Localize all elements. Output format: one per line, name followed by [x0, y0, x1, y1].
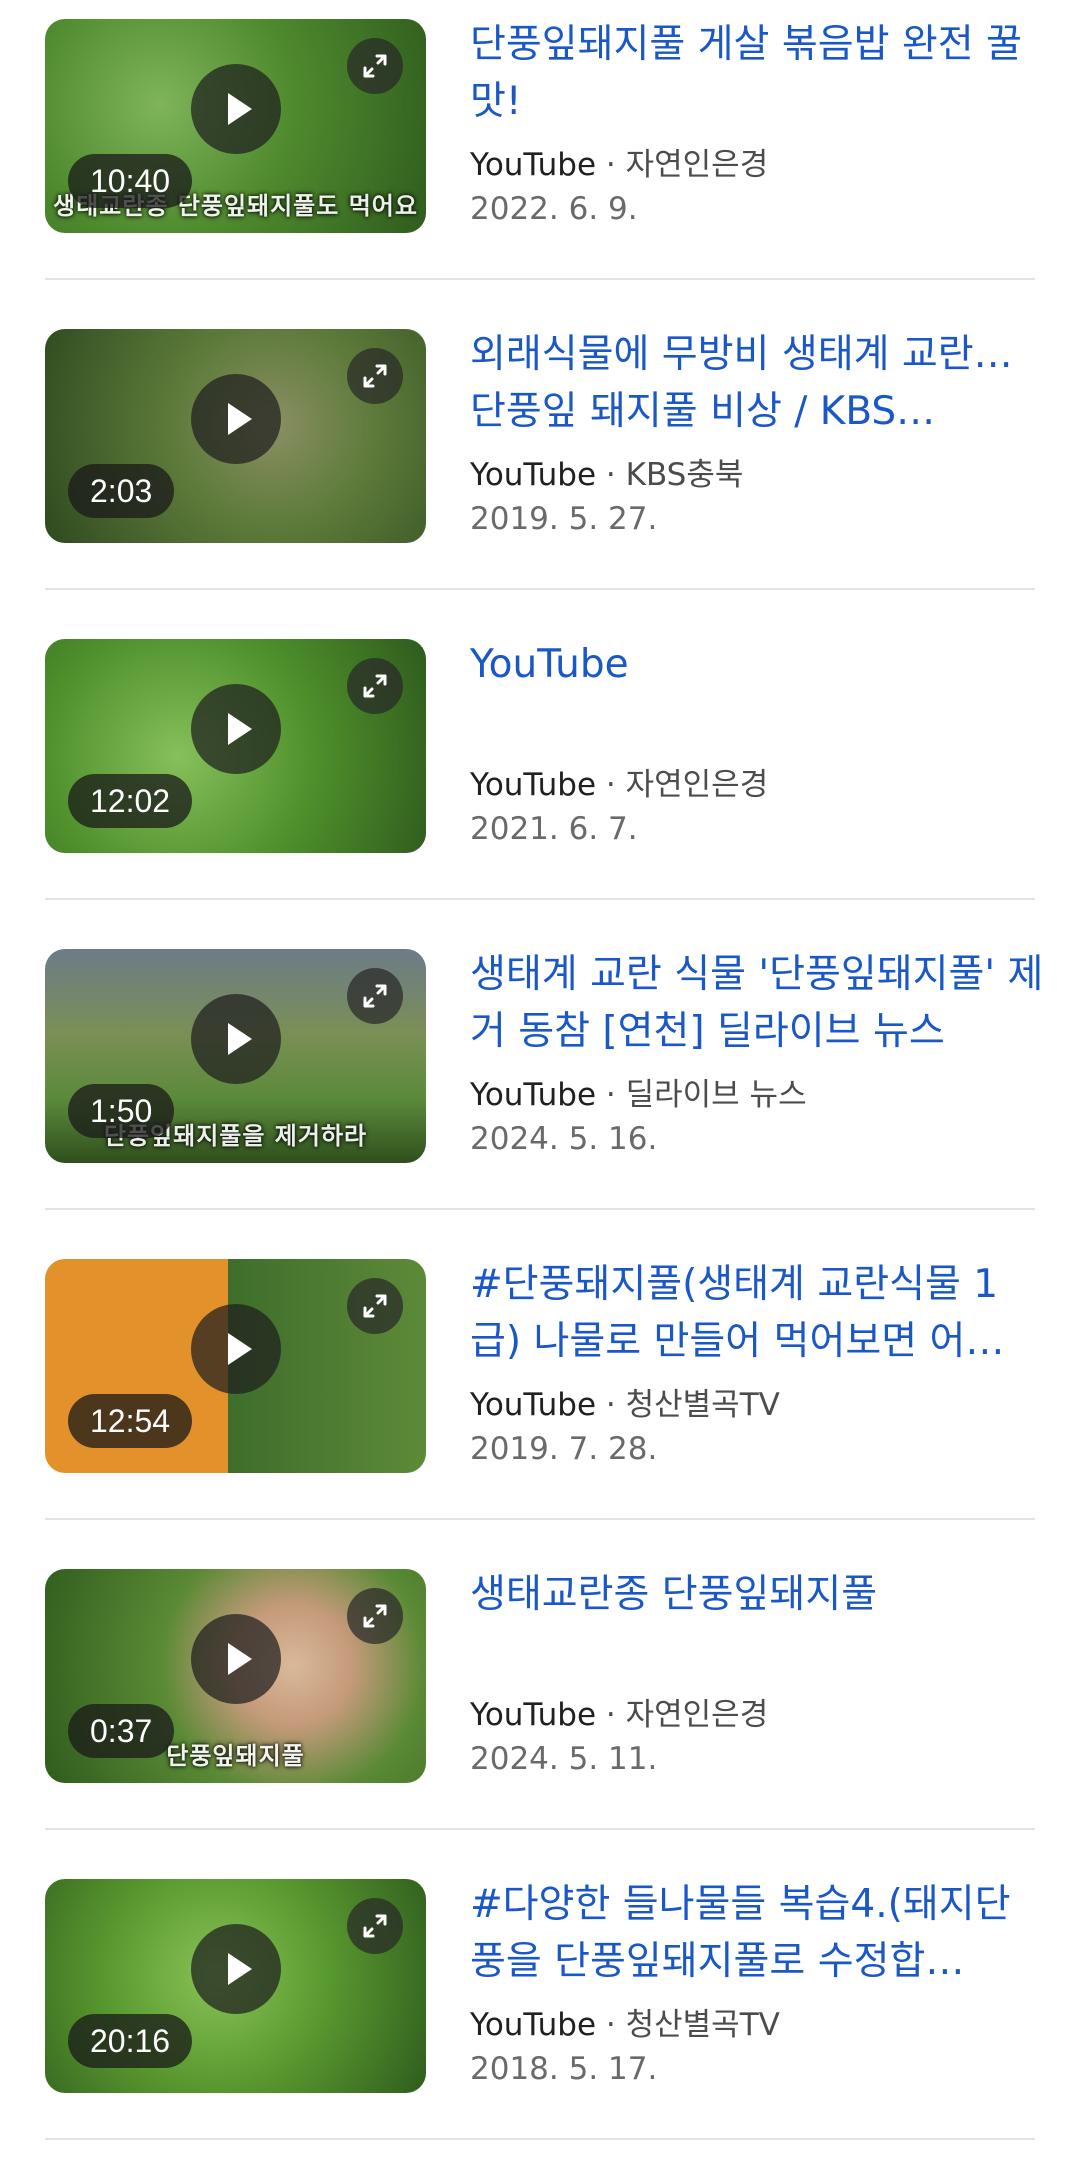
source-site: YouTube — [470, 2007, 597, 2043]
video-thumbnail[interactable]: 생태교란종 단풍잎돼지풀도 먹어요 10:40 — [45, 19, 426, 233]
video-title-link[interactable]: YouTube — [470, 636, 1045, 693]
source-site: YouTube — [470, 1077, 597, 1113]
divider — [45, 588, 1035, 590]
video-thumbnail[interactable]: 단풍잎돼지풀을 제거하라 1:50 — [45, 949, 426, 1163]
divider — [45, 1208, 1035, 1210]
video-result[interactable]: 2:03 외래식물에 무방비 생태계 교란…단풍잎 돼지풀 비상 / KBS… … — [0, 310, 1080, 616]
source-site: YouTube — [470, 767, 597, 803]
play-icon[interactable] — [191, 64, 281, 154]
video-date: 2019. 5. 27. — [470, 501, 658, 537]
play-icon[interactable] — [191, 1614, 281, 1704]
source-channel: KBS충북 — [625, 457, 744, 493]
duration-badge: 1:50 — [68, 1084, 175, 1138]
source-site: YouTube — [470, 1387, 597, 1423]
expand-icon[interactable] — [347, 1898, 403, 1954]
duration-badge: 12:54 — [68, 1394, 193, 1448]
video-date: 2024. 5. 16. — [470, 1121, 658, 1157]
divider — [45, 1828, 1035, 1830]
video-date: 2022. 6. 9. — [470, 191, 638, 227]
video-date: 2018. 5. 17. — [470, 2051, 658, 2087]
video-source: YouTube · 자연인은경 — [470, 1694, 768, 1736]
play-icon[interactable] — [191, 374, 281, 464]
source-separator: · — [596, 2007, 626, 2043]
duration-badge: 10:40 — [68, 154, 193, 208]
play-icon[interactable] — [191, 684, 281, 774]
video-source: YouTube · 청산별곡TV — [470, 1384, 780, 1426]
source-channel: 청산별곡TV — [625, 1387, 780, 1423]
duration-badge: 20:16 — [68, 2014, 193, 2068]
video-result[interactable]: 생태교란종 단풍잎돼지풀도 먹어요 10:40 단풍잎돼지풀 게살 볶음밥 완전… — [0, 0, 1080, 306]
video-source: YouTube · KBS충북 — [470, 454, 743, 496]
video-result[interactable]: 20:16 #다양한 들나물들 복습4.(돼지단풍을 단풍잎돼지풀로 수정합… … — [0, 1860, 1080, 2166]
expand-icon[interactable] — [347, 38, 403, 94]
video-result[interactable]: 단풍잎돼지풀을 제거하라 1:50 생태계 교란 식물 '단풍잎돼지풀' 제거 … — [0, 930, 1080, 1236]
source-site: YouTube — [470, 147, 597, 183]
video-title-link[interactable]: 단풍잎돼지풀 게살 볶음밥 완전 꿀맛! — [470, 16, 1045, 130]
source-separator: · — [596, 1077, 626, 1113]
play-icon[interactable] — [191, 994, 281, 1084]
video-thumbnail[interactable]: 2:03 — [45, 329, 426, 543]
video-title-link[interactable]: #다양한 들나물들 복습4.(돼지단풍을 단풍잎돼지풀로 수정합… — [470, 1876, 1045, 1990]
expand-icon[interactable] — [347, 658, 403, 714]
video-title-link[interactable]: 생태계 교란 식물 '단풍잎돼지풀' 제거 동참 [연천] 딜라이브 뉴스 — [470, 946, 1045, 1060]
source-separator: · — [596, 1697, 626, 1733]
divider — [45, 898, 1035, 900]
source-separator: · — [596, 767, 626, 803]
source-separator: · — [596, 147, 626, 183]
duration-badge: 2:03 — [68, 464, 175, 518]
source-channel: 딜라이브 뉴스 — [625, 1077, 807, 1113]
video-result[interactable]: 12:54 #단풍돼지풀(생태계 교란식물 1급) 나물로 만들어 먹어보면 어… — [0, 1240, 1080, 1546]
play-icon[interactable] — [191, 1304, 281, 1394]
video-source: YouTube · 청산별곡TV — [470, 2004, 780, 2046]
divider — [45, 1518, 1035, 1520]
source-site: YouTube — [470, 1697, 597, 1733]
source-site: YouTube — [470, 457, 597, 493]
duration-badge: 12:02 — [68, 774, 193, 828]
source-separator: · — [596, 1387, 626, 1423]
video-date: 2019. 7. 28. — [470, 1431, 658, 1467]
video-title-link[interactable]: #단풍돼지풀(생태계 교란식물 1급) 나물로 만들어 먹어보면 어… — [470, 1256, 1045, 1370]
video-source: YouTube · 자연인은경 — [470, 144, 768, 186]
expand-icon[interactable] — [347, 348, 403, 404]
video-thumbnail[interactable]: 12:02 — [45, 639, 426, 853]
video-result[interactable]: 12:02 YouTube YouTube · 자연인은경 2021. 6. 7… — [0, 620, 1080, 926]
source-channel: 자연인은경 — [625, 767, 769, 803]
expand-icon[interactable] — [347, 1588, 403, 1644]
video-thumbnail[interactable]: 20:16 — [45, 1879, 426, 2093]
divider — [45, 278, 1035, 280]
source-channel: 자연인은경 — [625, 147, 769, 183]
expand-icon[interactable] — [347, 968, 403, 1024]
video-title-link[interactable]: 외래식물에 무방비 생태계 교란…단풍잎 돼지풀 비상 / KBS… — [470, 326, 1045, 440]
expand-icon[interactable] — [347, 1278, 403, 1334]
video-title-link[interactable]: 생태교란종 단풍잎돼지풀 — [470, 1566, 1045, 1623]
video-date: 2024. 5. 11. — [470, 1741, 658, 1777]
duration-badge: 0:37 — [68, 1704, 175, 1758]
video-thumbnail[interactable]: 단풍잎돼지풀 0:37 — [45, 1569, 426, 1783]
source-channel: 자연인은경 — [625, 1697, 769, 1733]
video-result[interactable]: 단풍잎돼지풀 0:37 생태교란종 단풍잎돼지풀 YouTube · 자연인은경… — [0, 1550, 1080, 1856]
source-channel: 청산별곡TV — [625, 2007, 780, 2043]
video-source: YouTube · 자연인은경 — [470, 764, 768, 806]
video-date: 2021. 6. 7. — [470, 811, 638, 847]
play-icon[interactable] — [191, 1924, 281, 2014]
source-separator: · — [596, 457, 626, 493]
video-source: YouTube · 딜라이브 뉴스 — [470, 1074, 807, 1116]
video-thumbnail[interactable]: 12:54 — [45, 1259, 426, 1473]
divider — [45, 2138, 1035, 2140]
